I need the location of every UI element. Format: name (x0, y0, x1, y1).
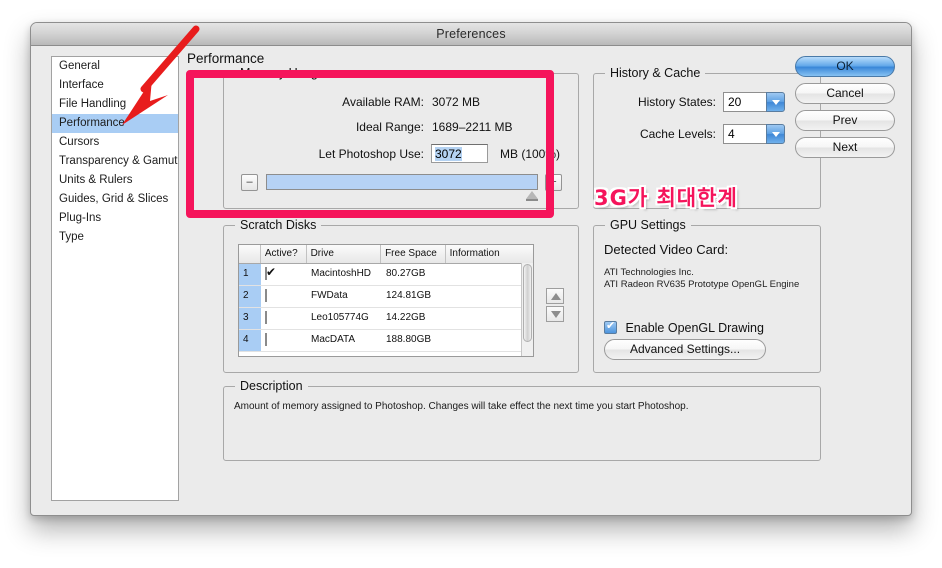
row-drive: FWData (311, 290, 348, 301)
col-index (239, 245, 261, 263)
ideal-range-value: 1689–2211 MB (432, 120, 513, 134)
page-title: Performance (187, 51, 265, 66)
history-states-combo[interactable]: 20 (723, 92, 785, 112)
scrollbar-thumb[interactable] (523, 264, 532, 342)
available-ram-value: 3072 MB (432, 95, 481, 109)
let-photoshop-use-input[interactable]: 3072 (431, 144, 488, 163)
memory-slider[interactable] (266, 174, 538, 190)
checkbox-unchecked-icon[interactable] (265, 333, 267, 346)
sidebar-item-cursors[interactable]: Cursors (52, 133, 178, 152)
enable-opengl-row[interactable]: Enable OpenGL Drawing (604, 319, 764, 337)
move-disk-down-button[interactable] (546, 306, 564, 322)
scratch-disks-table[interactable]: Active? Drive Free Space Information 1 M… (238, 244, 534, 357)
col-active[interactable]: Active? (261, 245, 307, 263)
row-information (447, 286, 523, 307)
chevron-down-icon[interactable] (766, 92, 785, 112)
row-index: 2 (239, 286, 261, 307)
window-titlebar[interactable]: Preferences (31, 23, 911, 46)
row-information (447, 308, 523, 329)
checkbox-unchecked-icon[interactable] (265, 289, 267, 302)
dialog-button-stack: OK Cancel Prev Next (795, 56, 895, 164)
ideal-range-label: Ideal Range: (355, 120, 424, 134)
row-active-cell[interactable] (261, 286, 307, 307)
enable-opengl-label: Enable OpenGL Drawing (625, 321, 764, 335)
sidebar-item-transparency-gamut[interactable]: Transparency & Gamut (52, 152, 178, 171)
memory-usage-group: Memory Usage Available RAM: 3072 MB Idea… (223, 66, 579, 209)
row-free-space: 124.81GB (386, 290, 432, 301)
sidebar-item-units-rulers[interactable]: Units & Rulers (52, 171, 178, 190)
row-free-space: 80.27GB (386, 268, 426, 279)
gpu-settings-legend: GPU Settings (605, 218, 691, 232)
memory-slider-thumb[interactable] (526, 191, 538, 201)
cache-levels-label: Cache Levels: (639, 127, 716, 141)
checkbox-checked-icon[interactable] (604, 319, 617, 334)
scratch-disks-group: Scratch Disks Active? Drive Free Space I… (223, 218, 579, 373)
let-photoshop-use-label: Let Photoshop Use: (318, 147, 424, 161)
checkbox-unchecked-icon[interactable] (265, 311, 267, 324)
memory-increase-button[interactable]: + (545, 174, 562, 191)
sidebar-item-performance[interactable]: Performance (52, 114, 178, 133)
row-index: 3 (239, 308, 261, 329)
row-index: 4 (239, 330, 261, 351)
checkbox-checked-icon[interactable] (265, 267, 267, 280)
row-active-cell[interactable] (261, 264, 307, 285)
available-ram-label: Available RAM: (342, 95, 424, 109)
gpu-renderer: ATI Radeon RV635 Prototype OpenGL Engine (604, 279, 800, 290)
sidebar-item-file-handling[interactable]: File Handling (52, 95, 178, 114)
table-row[interactable]: 1 MacintoshHD 80.27GB (239, 264, 533, 286)
table-row[interactable]: 4 MacDATA 188.80GB (239, 330, 533, 352)
row-free-space: 14.22GB (386, 312, 426, 323)
next-button[interactable]: Next (795, 137, 895, 158)
row-free-space: 188.80GB (386, 334, 432, 345)
row-drive: MacDATA (311, 334, 356, 345)
korean-annotation-text: 3G가 최대한계 (594, 186, 738, 210)
cache-levels-value[interactable]: 4 (723, 124, 767, 144)
cancel-button[interactable]: Cancel (795, 83, 895, 104)
row-active-cell[interactable] (261, 308, 307, 329)
history-cache-legend: History & Cache (605, 66, 706, 80)
table-header-row: Active? Drive Free Space Information (239, 245, 533, 264)
sidebar-item-type[interactable]: Type (52, 228, 178, 247)
memory-unit-suffix: MB (100%) (500, 147, 561, 161)
preferences-window: Preferences General Interface File Handl… (30, 22, 912, 516)
history-states-label: History States: (637, 95, 716, 109)
memory-usage-legend: Memory Usage (235, 66, 330, 80)
gpu-settings-group: GPU Settings Detected Video Card: ATI Te… (593, 218, 821, 373)
row-active-cell[interactable] (261, 330, 307, 351)
screenshot-root: Preferences General Interface File Handl… (0, 0, 942, 568)
window-title: Preferences (436, 27, 506, 41)
advanced-settings-button[interactable]: Advanced Settings... (604, 339, 766, 360)
sidebar-item-plug-ins[interactable]: Plug-Ins (52, 209, 178, 228)
scratch-disks-legend: Scratch Disks (235, 218, 322, 232)
cache-levels-combo[interactable]: 4 (723, 124, 785, 144)
table-scrollbar[interactable] (521, 263, 533, 356)
memory-decrease-button[interactable]: – (241, 174, 258, 191)
description-text: Amount of memory assigned to Photoshop. … (234, 401, 689, 412)
table-row[interactable]: 2 FWData 124.81GB (239, 286, 533, 308)
prev-button[interactable]: Prev (795, 110, 895, 131)
chevron-down-icon[interactable] (766, 124, 785, 144)
row-index: 1 (239, 264, 261, 285)
row-drive: Leo105774G (311, 312, 369, 323)
sidebar-item-guides-grid-slices[interactable]: Guides, Grid & Slices (52, 190, 178, 209)
description-legend: Description (235, 379, 308, 393)
table-row[interactable]: 3 Leo105774G 14.22GB (239, 308, 533, 330)
sidebar-item-general[interactable]: General (52, 57, 178, 76)
row-information (447, 264, 523, 285)
description-group: Description Amount of memory assigned to… (223, 379, 821, 461)
row-information (447, 330, 523, 351)
let-photoshop-use-value: 3072 (435, 147, 462, 161)
col-drive[interactable]: Drive (307, 245, 382, 263)
sidebar-item-interface[interactable]: Interface (52, 76, 178, 95)
col-free-space[interactable]: Free Space (381, 245, 446, 263)
move-disk-up-button[interactable] (546, 288, 564, 304)
preferences-category-list[interactable]: General Interface File Handling Performa… (51, 56, 179, 501)
gpu-vendor: ATI Technologies Inc. (604, 267, 694, 278)
history-states-value[interactable]: 20 (723, 92, 767, 112)
detected-video-card-label: Detected Video Card: (604, 242, 729, 257)
ok-button[interactable]: OK (795, 56, 895, 77)
row-drive: MacintoshHD (311, 268, 372, 279)
col-information[interactable]: Information (446, 245, 533, 263)
